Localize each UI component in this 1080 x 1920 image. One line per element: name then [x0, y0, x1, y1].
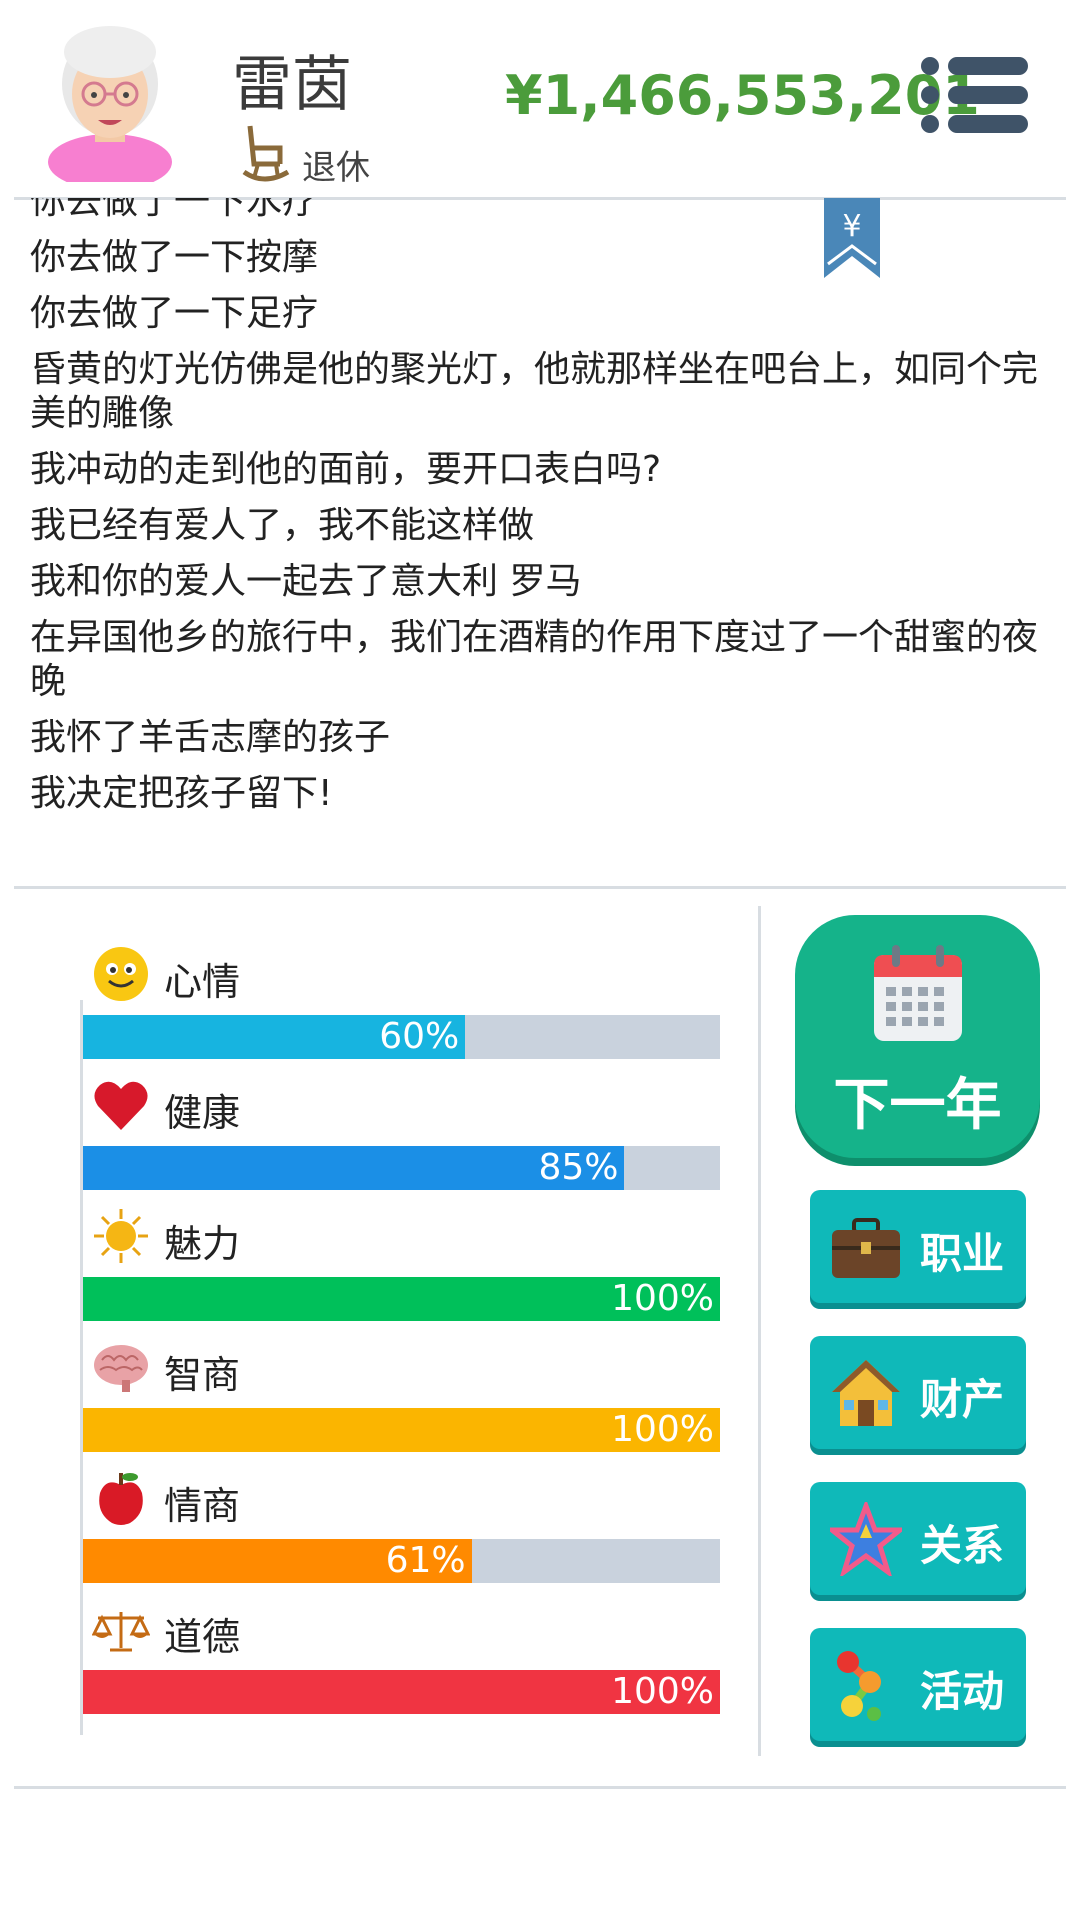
bookmark-yen-icon[interactable]: ¥ [824, 198, 880, 278]
stat-label: 心情 [164, 960, 241, 1004]
stat-row-eq: 情商 61% [80, 1469, 720, 1599]
status-label: 退休 [302, 148, 370, 188]
stat-bar: 100% [83, 1408, 720, 1452]
log-line: 我决定把孩子留下! [30, 773, 333, 814]
log-line: 你去做了一下足疗 [30, 293, 319, 334]
activity-dots-icon [830, 1648, 902, 1722]
smiley-icon [92, 945, 150, 1003]
stat-percent: 100% [611, 1671, 714, 1712]
stat-label: 道德 [164, 1615, 241, 1659]
stat-label: 情商 [164, 1484, 241, 1528]
stat-row-health: 健康 85% [80, 1076, 720, 1206]
next-year-label: 下一年 [833, 1073, 1002, 1138]
heart-icon [92, 1076, 150, 1134]
log-line: 我已经有爱人了，我不能这样做 [30, 505, 535, 546]
log-line: 我怀了羊舌志摩的孩子 [30, 717, 391, 758]
log-line: 你去做了一下按摩 [30, 237, 319, 278]
footer-divider [14, 1786, 1066, 1789]
stat-label: 健康 [164, 1091, 241, 1135]
log-line: 我和你的爱人一起去了意大利 罗马 [30, 561, 582, 602]
career-button[interactable]: 职业 [810, 1190, 1026, 1303]
log-line: 我冲动的走到他的面前，要开口表白吗? [30, 449, 662, 490]
stat-label: 魅力 [164, 1222, 241, 1266]
stat-percent: 85% [538, 1147, 619, 1188]
log-line: 昏黄的灯光仿佛是他的聚光灯，他就那样坐在吧台上，如同个完美的雕像 [30, 349, 1039, 434]
log-divider [14, 886, 1066, 889]
stat-row-charm: 魅力 100% [80, 1207, 720, 1337]
stat-percent: 60% [379, 1016, 460, 1057]
assets-label: 财产 [920, 1375, 1005, 1424]
stat-row-iq: 智商 100% [80, 1338, 720, 1468]
stat-bar: 60% [83, 1015, 720, 1059]
relations-label: 关系 [920, 1521, 1005, 1570]
bookmark-symbol: ¥ [842, 209, 861, 244]
log-line: 你去做了一下水疗 [30, 198, 319, 222]
menu-button[interactable] [920, 56, 1030, 134]
star-icon [824, 1498, 908, 1579]
next-year-button[interactable]: 下一年 [795, 915, 1040, 1158]
activities-label: 活动 [920, 1667, 1005, 1716]
event-log-list: 你去做了一下水疗 你去做了一下按摩 你去做了一下足疗 昏黄的灯光仿佛是他的聚光灯… [30, 198, 1040, 828]
stat-label: 智商 [164, 1353, 241, 1397]
assets-button[interactable]: 财产 [810, 1336, 1026, 1449]
avatar[interactable] [40, 12, 180, 190]
apple-icon [92, 1469, 150, 1527]
stat-bar: 61% [83, 1539, 720, 1583]
sun-icon [92, 1207, 150, 1265]
panel-divider [758, 906, 761, 1756]
stat-bar: 100% [83, 1277, 720, 1321]
log-line: 在异国他乡的旅行中，我们在酒精的作用下度过了一个甜蜜的夜晚 [30, 617, 1039, 702]
briefcase-icon [830, 1210, 902, 1284]
scales-icon [91, 1600, 151, 1658]
money-display: ¥1,466,553,201 [505, 64, 980, 127]
avatar-portrait-icon [48, 26, 172, 190]
activities-button[interactable]: 活动 [810, 1628, 1026, 1741]
stat-row-morality: 道德 100% [80, 1600, 720, 1730]
hamburger-menu-icon [921, 57, 1028, 133]
player-name: 雷茵 [232, 50, 352, 120]
calendar-icon [872, 943, 964, 1043]
header: 雷茵 退休 ¥1,466,553,201 [0, 0, 1080, 197]
event-log[interactable]: 你去做了一下水疗 你去做了一下按摩 你去做了一下足疗 昏黄的灯光仿佛是他的聚光灯… [0, 198, 1080, 886]
stat-percent: 100% [611, 1409, 714, 1450]
stat-row-mood: 心情 60% [80, 945, 720, 1075]
stat-bar: 85% [83, 1146, 720, 1190]
stat-percent: 61% [385, 1540, 466, 1581]
stat-percent: 100% [611, 1278, 714, 1319]
stats-panel: 心情 60% 健康 85% 魅力 100% 智商 100% 情商 61% 道德 … [80, 945, 720, 1745]
relations-button[interactable]: 关系 [810, 1482, 1026, 1595]
stat-bar: 100% [83, 1670, 720, 1714]
rocking-chair-icon [240, 122, 290, 184]
brain-icon [92, 1338, 150, 1396]
house-icon [830, 1356, 902, 1430]
career-label: 职业 [920, 1229, 1005, 1278]
